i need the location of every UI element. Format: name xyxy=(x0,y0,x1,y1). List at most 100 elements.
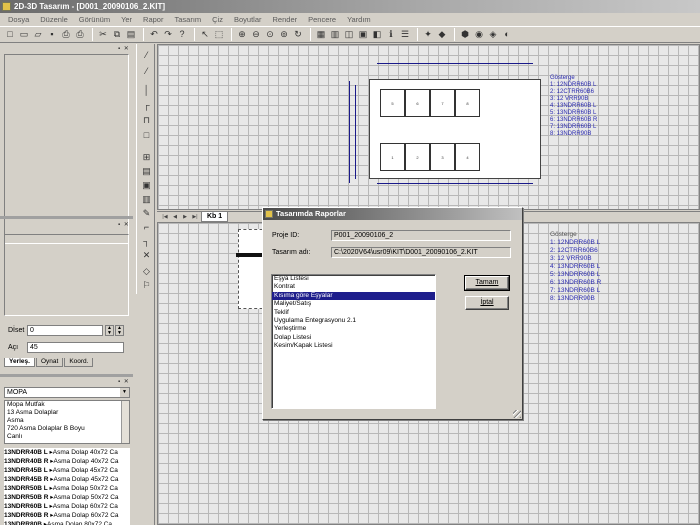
prev-sheet-icon[interactable]: ◀ xyxy=(171,213,179,221)
panel-pin-close-icon[interactable]: ▪ ✕ xyxy=(118,45,130,52)
render-icon[interactable]: ◈ xyxy=(487,29,499,41)
distance-spinner-2[interactable]: ▲ ▼ xyxy=(115,325,124,336)
corner-tool-icon[interactable]: ┌ xyxy=(141,100,152,111)
solid-icon[interactable]: ⬢ xyxy=(459,29,471,41)
copy-icon[interactable]: ⧉ xyxy=(111,29,123,41)
chevron-down-icon[interactable]: ▼ xyxy=(120,388,129,397)
paste-icon[interactable]: ▤ xyxy=(125,29,137,41)
zoom-all-icon[interactable]: ⊚ xyxy=(278,29,290,41)
panel-splitter[interactable] xyxy=(0,374,133,377)
rectangle-tool-icon[interactable]: □ xyxy=(141,130,152,141)
list-item[interactable]: 720 Asma Dolaplar B Boyu xyxy=(7,425,129,433)
cabinet-tool-icon[interactable]: ▥ xyxy=(141,194,152,205)
delete-tool-icon[interactable]: ✕ xyxy=(141,250,152,261)
zoom-in-icon[interactable]: ⊕ xyxy=(236,29,248,41)
zoom-window-icon[interactable]: ⊙ xyxy=(264,29,276,41)
menu-item-1[interactable]: Düzenle xyxy=(34,15,73,24)
info-icon[interactable]: ℹ xyxy=(385,29,397,41)
catalog-row[interactable]: 13NDRR60B R ▸Asma Dolap 60x72 Ca xyxy=(4,511,130,520)
tab-1[interactable]: Oynat xyxy=(35,358,64,367)
bulb-icon[interactable]: ✦ xyxy=(422,29,434,41)
paint-tool-icon[interactable]: ◇ xyxy=(141,266,152,277)
list-item[interactable]: Canlı xyxy=(7,433,129,441)
last-sheet-icon[interactable]: ▶| xyxy=(191,213,199,221)
menu-item-0[interactable]: Dosya xyxy=(2,15,34,24)
undo-icon[interactable]: ↶ xyxy=(148,29,160,41)
catalog-row[interactable]: 13NDRR45B R ▸Asma Dolap 45x72 Ca xyxy=(4,475,130,484)
report-list-item[interactable]: Dolap Listesi xyxy=(272,334,435,342)
layer-icon[interactable]: ▦ xyxy=(315,29,327,41)
tab-0[interactable]: Yerleş. xyxy=(4,358,35,367)
sheet-tab[interactable]: Kb 1 xyxy=(201,212,229,222)
wall-tool-icon[interactable]: ⊓ xyxy=(141,115,152,126)
snap-icon[interactable]: ▣ xyxy=(357,29,369,41)
menu-item-7[interactable]: Boyutlar xyxy=(228,15,267,24)
menu-item-2[interactable]: Görünüm xyxy=(73,15,115,24)
refresh-icon[interactable]: ↻ xyxy=(292,29,304,41)
catalog-row[interactable]: 13NDRR40B R ▸Asma Dolap 40x72 Ca xyxy=(4,457,130,466)
menu-item-3[interactable]: Yer xyxy=(115,15,137,24)
resize-grip[interactable] xyxy=(513,410,521,418)
camera-icon[interactable]: ◐ xyxy=(501,29,513,41)
menu-item-9[interactable]: Pencere xyxy=(302,15,341,24)
vertical-line-icon[interactable]: │ xyxy=(141,85,152,96)
flag-tool-icon[interactable]: ⚐ xyxy=(141,280,152,291)
menu-item-10[interactable]: Yardım xyxy=(341,15,376,24)
zoom-out-icon[interactable]: ⊖ xyxy=(250,29,262,41)
cabinet-cell[interactable]: 4 xyxy=(455,143,480,171)
report-list-item[interactable]: Kontrat xyxy=(272,283,435,291)
polyline-tool-icon[interactable]: ⁄ xyxy=(141,66,152,77)
drawing-canvas-top[interactable]: 5678 1234 Gösterge 1: 12NDRR60B L 2: 12CTR… xyxy=(157,44,700,210)
catalog-row[interactable]: 13NDRR50B R ▸Asma Dolap 50x72 Ca xyxy=(4,493,130,502)
distance-input[interactable]: 0 xyxy=(27,325,103,336)
angle-tool-icon[interactable]: ┐ xyxy=(141,236,152,247)
catalog-row[interactable]: 13NDRR50B L ▸Asma Dolap 50x72 Ca xyxy=(4,484,130,493)
report-list-item[interactable]: Eşya Listesi xyxy=(272,275,435,283)
report-list-item[interactable]: Teklif xyxy=(272,309,435,317)
view-icon[interactable]: ◧ xyxy=(371,29,383,41)
shade-icon[interactable]: ◉ xyxy=(473,29,485,41)
report-list-item[interactable]: Uygulama Entegrasyonu 2.1 xyxy=(272,317,435,325)
cut-icon[interactable]: ✂ xyxy=(97,29,109,41)
cabinet-cell[interactable]: 3 xyxy=(430,143,455,171)
menu-item-6[interactable]: Çiz xyxy=(206,15,228,24)
panel-splitter[interactable] xyxy=(0,216,133,219)
panel-pin-close-icon[interactable]: ▪ ✕ xyxy=(118,221,130,228)
pointer-icon[interactable]: ↖ xyxy=(199,29,211,41)
cabinet-cell[interactable]: 5 xyxy=(380,89,405,117)
save-icon[interactable]: ▪ xyxy=(46,29,58,41)
tab-2[interactable]: Koord. xyxy=(64,358,94,367)
catalog-row[interactable]: 13NDRR80B ▸Asma Dolap 80x72 Ca xyxy=(4,520,130,525)
catalog-list[interactable]: 13NDRR40B L ▸Asma Dolap 40x72 Ca 13NDRR40… xyxy=(4,448,130,525)
catalog-row[interactable]: 13NDRR40B L ▸Asma Dolap 40x72 Ca xyxy=(4,448,130,457)
redo-icon[interactable]: ↷ xyxy=(162,29,174,41)
panel-pin-close-icon[interactable]: ▪ ✕ xyxy=(118,378,130,385)
door-tool-icon[interactable]: ▤ xyxy=(141,166,152,177)
cabinet-cell[interactable]: 8 xyxy=(455,89,480,117)
list-item[interactable]: Mopa Mutfak xyxy=(7,401,129,409)
category-select[interactable]: MOPA ▼ xyxy=(4,387,130,398)
grid-icon[interactable]: ▥ xyxy=(329,29,341,41)
first-sheet-icon[interactable]: |◀ xyxy=(161,213,169,221)
report-list-item[interactable]: Kısıma göre Eşyalar xyxy=(272,291,435,301)
list-item[interactable]: Asma xyxy=(7,417,129,425)
window-tool-icon[interactable]: ▣ xyxy=(141,180,152,191)
pen-tool-icon[interactable]: ✎ xyxy=(141,208,152,219)
help-icon[interactable]: ? xyxy=(176,29,188,41)
cabinet-cell[interactable]: 1 xyxy=(380,143,405,171)
open-icon[interactable]: ▭ xyxy=(18,29,30,41)
catalog-row[interactable]: 13NDRR60B L ▸Asma Dolap 60x72 Ca xyxy=(4,502,130,511)
cube-icon[interactable]: ◆ xyxy=(436,29,448,41)
next-sheet-icon[interactable]: ▶ xyxy=(181,213,189,221)
product-group-list[interactable]: Mopa Mutfak 13 Asma Dolaplar Asma 720 Asma … xyxy=(4,400,130,444)
report-list-item[interactable]: Yerleştirme xyxy=(272,325,435,333)
cabinet-cell[interactable]: 6 xyxy=(405,89,430,117)
print-icon[interactable]: ⎙ xyxy=(60,29,72,41)
scrollbar[interactable] xyxy=(121,401,129,443)
report-list-item[interactable]: Maliyet/Satış xyxy=(272,300,435,308)
grid-tool-icon[interactable]: ⊞ xyxy=(141,152,152,163)
angle-input[interactable]: 45 xyxy=(27,342,124,353)
new-icon[interactable]: □ xyxy=(4,29,16,41)
line-tool-icon[interactable]: ⁄ xyxy=(141,50,152,61)
report-list[interactable]: Eşya Listesi Kontrat Kısıma göre Eşyalar Ma… xyxy=(271,274,436,409)
